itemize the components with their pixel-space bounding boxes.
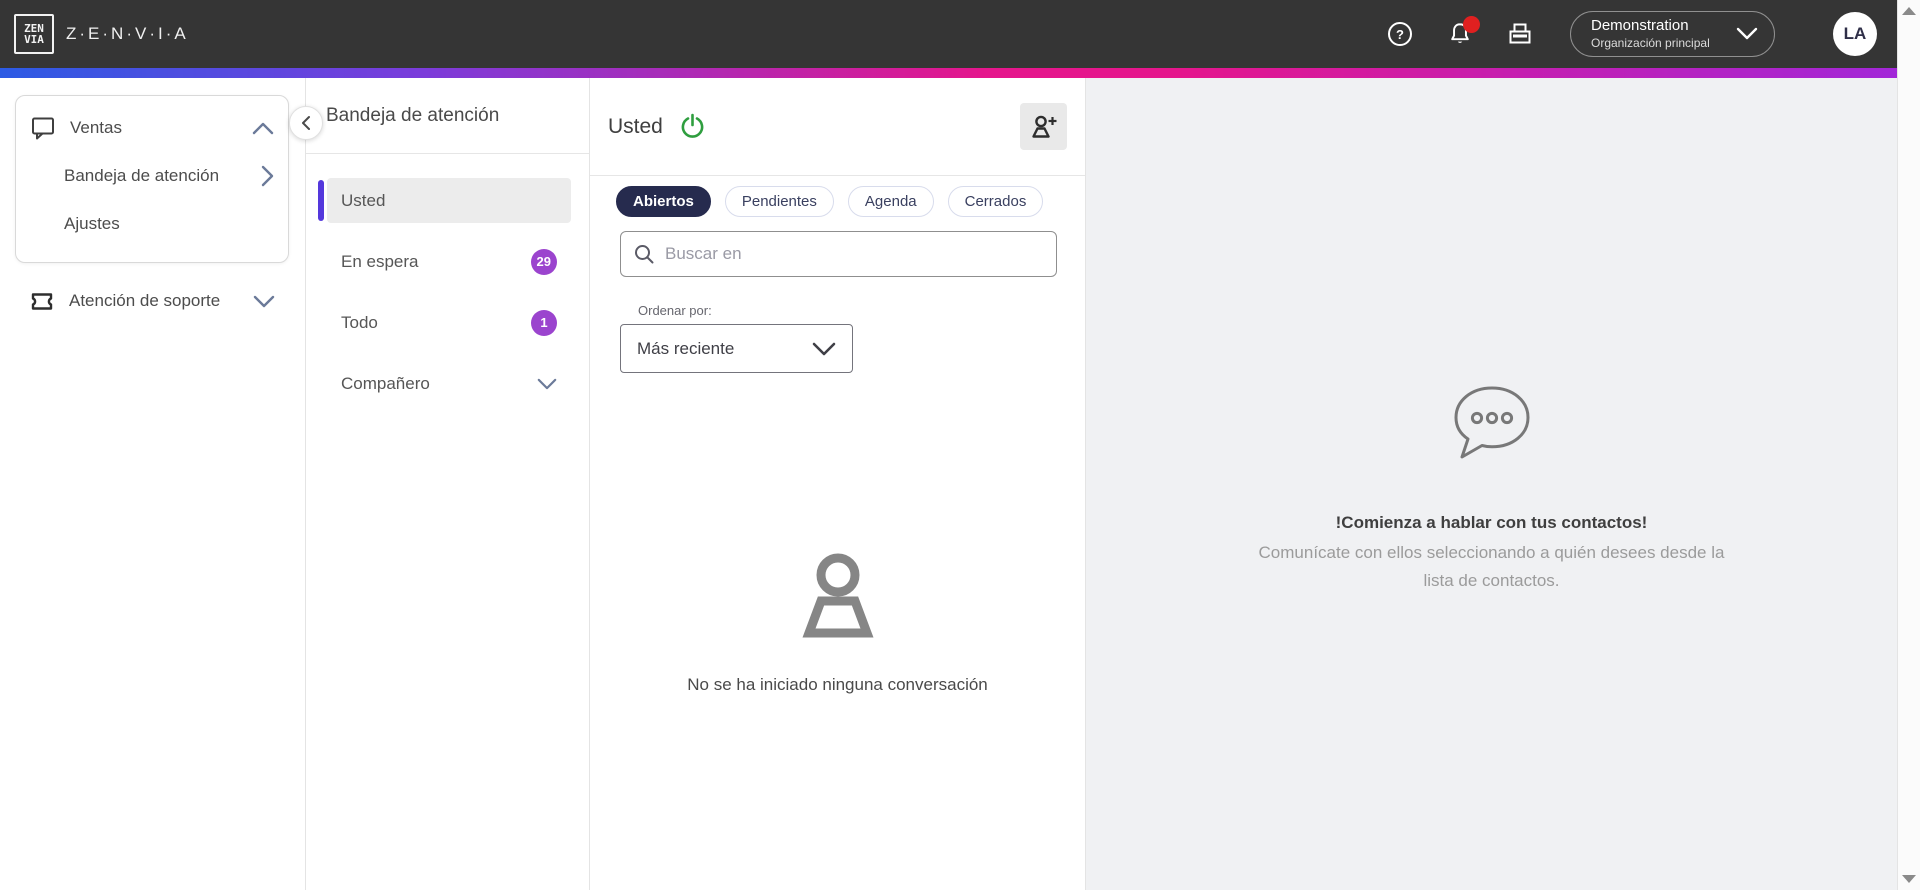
chevron-left-icon (302, 116, 310, 130)
window-scrollbar[interactable] (1897, 0, 1920, 890)
conversations-title: Usted (608, 114, 663, 138)
main-sidebar: Ventas Bandeja de atención Ajustes Atenc… (0, 78, 306, 890)
topbar-actions: ? Demonstration Organización principal L… (1354, 11, 1897, 57)
chevron-down-icon (812, 342, 836, 355)
person-silhouette-icon (802, 553, 873, 638)
brand-gradient-bar (0, 68, 1897, 78)
sidebar-subitem-label: Ajustes (64, 214, 120, 233)
organization-name: Demonstration (1591, 17, 1689, 35)
chat-bubble-icon (32, 117, 54, 140)
inbox-item-en-espera[interactable]: En espera 29 (327, 239, 571, 284)
scroll-up-arrow-icon[interactable] (1902, 7, 1916, 15)
inbox-list: Usted En espera 29 Todo 1 Compañero (306, 154, 589, 406)
ventas-nav-card: Ventas Bandeja de atención Ajustes (15, 95, 289, 263)
topbar: ZEN VIA Z·E·N·V·I·A ? Demonstration Orga… (0, 0, 1897, 68)
empty-state-text: No se ha iniciado ninguna conversación (687, 675, 988, 694)
selected-accent-bar (318, 180, 324, 221)
search-icon (635, 245, 654, 264)
chat-empty-title: !Comienza a hablar con tus contactos! (1335, 513, 1648, 532)
search-input[interactable] (665, 244, 1044, 264)
chat-empty-subtitle: Comunícate con ellos seleccionando a qui… (1258, 543, 1725, 590)
notifications-bell-icon[interactable] (1446, 16, 1480, 48)
sort-select-value: Más reciente (637, 338, 735, 358)
conversations-empty-state: No se ha iniciado ninguna conversación (590, 549, 1085, 695)
speech-bubble-dots-icon (1454, 386, 1529, 459)
inbox-item-companero[interactable]: Compañero (327, 361, 571, 406)
inbox-item-todo[interactable]: Todo 1 (327, 300, 571, 345)
sidebar-item-atencion-de-soporte[interactable]: Atención de soporte (29, 279, 275, 323)
app-window: ZEN VIA Z·E·N·V·I·A ? Demonstration Orga… (0, 0, 1897, 890)
count-badge: 29 (530, 248, 557, 275)
ticket-icon (31, 293, 53, 310)
tab-pendientes[interactable]: Pendientes (724, 186, 834, 217)
chevron-up-icon (252, 122, 274, 134)
status-filter-tabs: Abiertos Pendientes Agenda Cerrados (590, 176, 1085, 217)
sidebar-item-label: Ventas (70, 118, 122, 137)
inbox-panel: Bandeja de atención Usted En espera 29 T… (289, 78, 590, 890)
sort-select[interactable]: Más reciente (620, 324, 853, 373)
tab-agenda[interactable]: Agenda (847, 186, 934, 217)
scroll-down-arrow-icon[interactable] (1902, 875, 1916, 883)
organization-switcher[interactable]: Demonstration Organización principal (1570, 11, 1775, 57)
inbox-item-label: Usted (341, 190, 386, 210)
sidebar-item-ventas[interactable]: Ventas (30, 108, 274, 148)
tab-cerrados[interactable]: Cerrados (947, 186, 1044, 217)
person-add-icon (1031, 115, 1056, 138)
chevron-down-icon (1736, 27, 1757, 40)
conversations-panel: Usted Abiertos Pendientes Agenda Cerrado… (590, 78, 1086, 890)
sidebar-item-bandeja-de-atencion[interactable]: Bandeja de atención (64, 156, 274, 196)
inbox-item-label: En espera (341, 251, 419, 271)
organization-subtitle: Organización principal (1591, 35, 1710, 50)
collapse-panel-button[interactable] (289, 106, 323, 140)
add-contact-button[interactable] (1020, 103, 1067, 150)
sidebar-item-ajustes[interactable]: Ajustes (64, 204, 274, 244)
user-avatar[interactable]: LA (1833, 12, 1877, 56)
inbox-item-usted[interactable]: Usted (318, 178, 571, 223)
tab-abiertos[interactable]: Abiertos (616, 186, 711, 217)
help-icon[interactable]: ? (1386, 20, 1414, 48)
svg-text:?: ? (1396, 27, 1404, 42)
sidebar-subitem-label: Bandeja de atención (64, 166, 220, 185)
inbox-item-label: Todo (341, 312, 378, 332)
brand-name: Z·E·N·V·I·A (66, 24, 189, 43)
inbox-title: Bandeja de atención (306, 78, 589, 154)
search-box (620, 231, 1057, 277)
zenvia-logo[interactable]: ZEN VIA Z·E·N·V·I·A (14, 14, 189, 54)
chevron-down-icon (253, 295, 275, 307)
zenvia-logo-icon: ZEN VIA (14, 14, 54, 54)
printer-icon[interactable] (1506, 20, 1534, 48)
conversations-header: Usted (590, 78, 1085, 176)
chevron-right-icon (261, 165, 274, 187)
inbox-item-label: Compañero (341, 373, 430, 393)
sort-by-label: Ordenar por: (638, 303, 712, 318)
chat-area: !Comienza a hablar con tus contactos! Co… (1086, 78, 1897, 890)
count-badge: 1 (531, 309, 557, 336)
sidebar-item-label: Atención de soporte (69, 291, 221, 310)
notification-dot (1463, 16, 1480, 33)
chevron-down-icon (537, 378, 557, 389)
online-status-power-icon[interactable] (679, 113, 707, 141)
